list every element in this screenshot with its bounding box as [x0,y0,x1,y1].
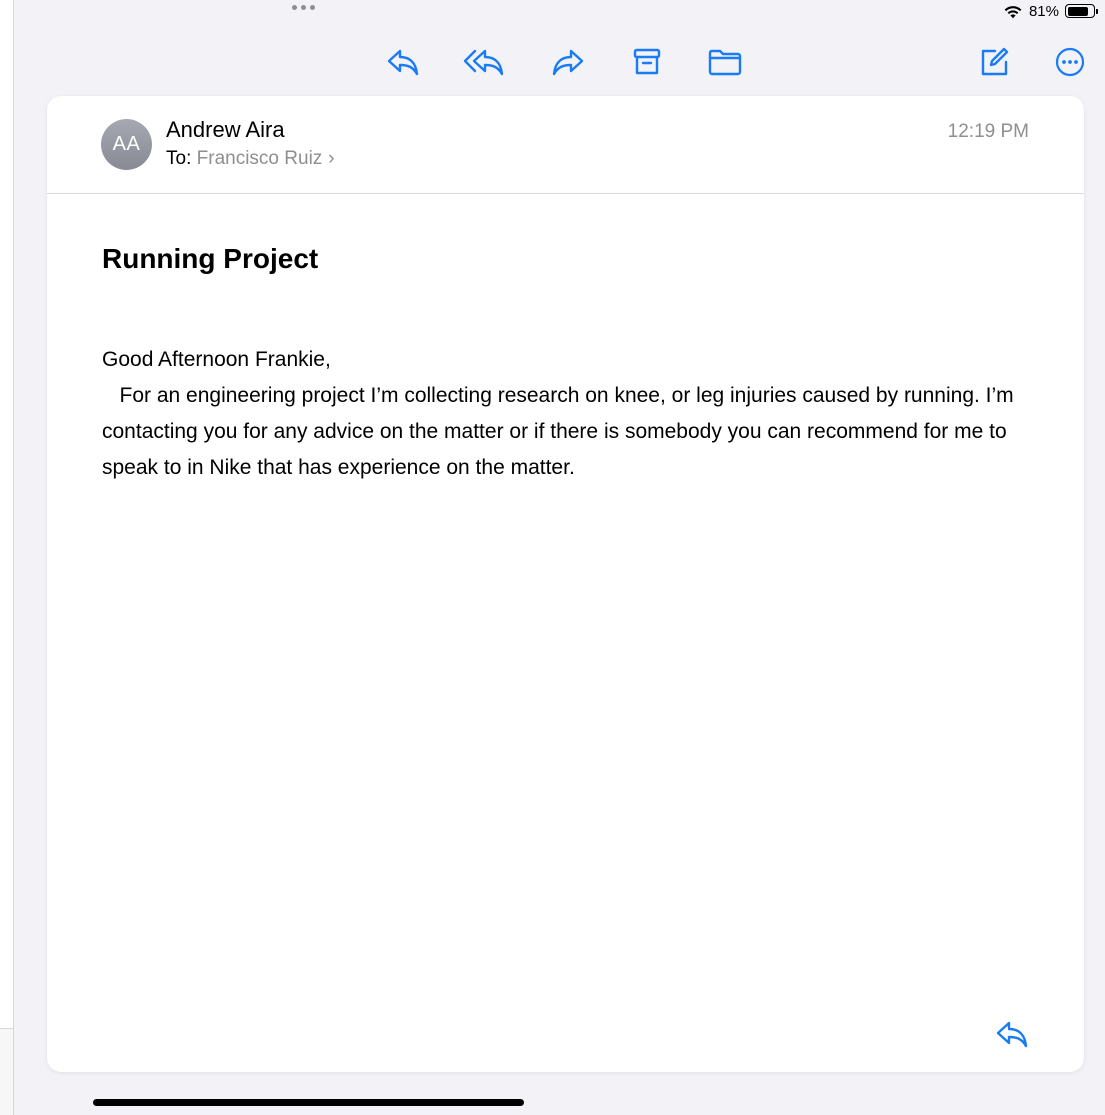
forward-button[interactable] [547,42,589,82]
message-body: Good Afternoon Frankie, For an engineeri… [102,342,1037,486]
folder-icon [707,47,743,77]
chevron-right-icon: › [328,148,335,169]
mail-screen: 81% AA Andrew Aira To: Francisco Ruiz › … [0,0,1105,1115]
sender-name[interactable]: Andrew Aira [166,117,285,143]
reply-icon [995,1019,1029,1049]
battery-percent: 81% [1028,2,1059,20]
inline-reply-button[interactable] [990,1014,1034,1054]
home-indicator[interactable] [93,1099,524,1106]
recipient-name[interactable]: Francisco Ruiz [197,148,323,169]
reply-button[interactable] [382,42,424,82]
message-header: AA Andrew Aira To: Francisco Ruiz › 12:19… [47,96,1084,194]
sidebar-edge-lower [0,1028,14,1115]
wifi-icon [1003,4,1023,19]
status-bar: 81% [1003,1,1098,21]
avatar[interactable]: AA [101,119,152,170]
battery-fill [1067,6,1088,16]
more-button[interactable] [1049,42,1091,82]
body-greeting: Good Afternoon Frankie, [102,348,331,371]
move-to-folder-button[interactable] [704,42,746,82]
multitasking-handle[interactable] [292,5,315,10]
to-label: To: [166,148,192,169]
reply-all-icon [463,47,505,77]
recipient-line[interactable]: To: Francisco Ruiz › [166,148,335,170]
forward-icon [551,47,585,77]
archive-button[interactable] [626,42,668,82]
sidebar-edge [0,0,14,1028]
compose-icon [978,46,1010,78]
body-paragraph: For an engineering project I’m collectin… [102,384,1020,479]
compose-button[interactable] [973,42,1015,82]
more-icon [1054,46,1086,78]
message-subject: Running Project [102,243,319,274]
reply-icon [386,47,420,77]
message-time: 12:19 PM [947,121,1029,142]
battery-icon [1065,4,1098,18]
archive-icon [632,47,662,77]
reply-all-button[interactable] [463,42,505,82]
message-card: AA Andrew Aira To: Francisco Ruiz › 12:19… [47,96,1084,1072]
